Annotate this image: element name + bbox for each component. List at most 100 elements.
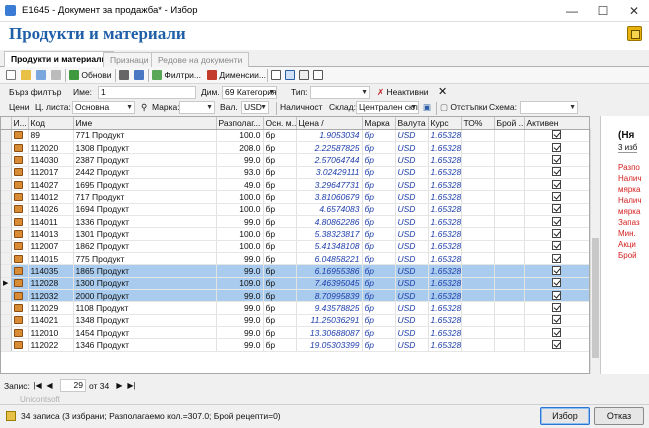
column-header-rate[interactable]: Курс [428,117,462,130]
select-button[interactable]: Избор [540,407,590,425]
cell-name[interactable]: 775 Продукт [73,252,217,266]
cell-price[interactable]: 4.80862286 [296,215,363,229]
cell-rate[interactable]: 1.65328 [428,277,462,290]
active-checkbox[interactable] [552,265,561,275]
row-indicator[interactable] [1,301,12,315]
column-header-brand[interactable]: Марка [362,117,396,130]
table-row[interactable]: 112007 1862 Продукт 100.0 бр 5.41348108 бр USD… [1,240,589,253]
column-header-to-percent[interactable]: ТО% [461,117,495,130]
cell-available[interactable]: 99.0 [216,301,264,315]
cell-available[interactable]: 109.0 [216,277,264,290]
cell-rate[interactable]: 1.65328 [428,289,462,303]
tab-products[interactable]: Продукти и материали [4,51,114,67]
cell-count[interactable] [494,289,525,303]
table-row[interactable]: 112017 2442 Продукт 93.0 бр 3.02429111 бр USD 1… [1,166,589,179]
cell-code[interactable]: 114012 [28,190,74,204]
cell-price[interactable]: 9.43578825 [296,301,363,315]
table-row[interactable]: 114021 1348 Продукт 99.0 бр 11.25036291 бр USD… [1,314,589,328]
cell-code[interactable]: 89 [28,129,74,142]
column-header-currency[interactable]: Валута [395,117,429,130]
active-checkbox[interactable] [552,253,561,263]
grid-vertical-scrollbar[interactable] [590,128,599,374]
cell-brand[interactable]: бр [362,240,396,253]
table-row[interactable]: 114015 775 Продукт 99.0 бр 6.04858221 бр USD 1.… [1,252,589,266]
cell-currency[interactable]: USD [395,252,429,266]
row-indicator[interactable] [1,252,12,266]
scrollbar-thumb[interactable] [592,238,599,358]
cell-currency[interactable]: USD [395,166,429,179]
cell-code[interactable]: 112032 [28,289,74,303]
cell-name[interactable]: 2387 Продукт [73,153,217,167]
table-row[interactable]: 112029 1108 Продукт 99.0 бр 9.43578825 бр USD 1… [1,301,589,315]
cell-count[interactable] [494,252,525,266]
row-indicator[interactable] [1,203,12,216]
cell-to-percent[interactable] [461,289,495,303]
cell-to-percent[interactable] [461,203,495,216]
dimensions-button[interactable]: Дименсии... [207,68,266,82]
cell-to-percent[interactable] [461,215,495,229]
active-checkbox[interactable] [552,315,561,325]
cell-price[interactable]: 3.29647731 [296,178,363,192]
currency-select[interactable]: USD ▼ [241,101,269,114]
cell-count[interactable] [494,338,525,352]
cell-unit[interactable]: бр [263,338,297,352]
row-indicator[interactable] [1,178,12,192]
row-indicator[interactable] [1,141,12,155]
warehouse-select[interactable]: Централен скл ▼ [356,101,419,114]
row-indicator[interactable] [1,227,12,241]
table-row[interactable]: 114027 1695 Продукт 49.0 бр 3.29647731 бр USD 1… [1,178,589,192]
cell-currency[interactable]: USD [395,227,429,241]
filters-button[interactable]: Филтри... [152,68,201,82]
cell-to-percent[interactable] [461,240,495,253]
cell-brand[interactable]: бр [362,153,396,167]
active-checkbox[interactable] [552,290,561,300]
brand-select[interactable]: ▼ [179,101,215,114]
cell-currency[interactable]: USD [395,277,429,290]
cell-brand[interactable]: бр [362,190,396,204]
cell-rate[interactable]: 1.65328 [428,166,462,179]
cell-name[interactable]: 1336 Продукт [73,215,217,229]
table-row[interactable]: 112020 1308 Продукт 208.0 бр 2.22587825 бр USD… [1,141,589,155]
cell-rate[interactable]: 1.65328 [428,240,462,253]
row-indicator[interactable] [1,314,12,328]
row-indicator[interactable] [1,166,12,179]
active-checkbox[interactable] [552,167,561,177]
table-row[interactable]: 89 771 Продукт 100.0 бр 1.9053034 бр USD 1.6532… [1,129,589,142]
column-header-active[interactable]: Активен [524,117,589,130]
cell-available[interactable]: 99.0 [216,264,264,278]
table-row[interactable]: 114035 1865 Продукт 99.0 бр 6.16955386 бр USD 1… [1,264,589,278]
cell-count[interactable] [494,178,525,192]
cell-brand[interactable]: бр [362,141,396,155]
cell-currency[interactable]: USD [395,129,429,142]
cell-active[interactable] [524,289,589,303]
cell-rate[interactable]: 1.65328 [428,326,462,340]
cell-price[interactable]: 6.04858221 [296,252,363,266]
cell-to-percent[interactable] [461,153,495,167]
cell-name[interactable]: 1308 Продукт [73,141,217,155]
table-row[interactable]: 114012 717 Продукт 100.0 бр 3.81060679 бр USD 1… [1,190,589,204]
cell-active[interactable] [524,141,589,155]
row-indicator[interactable] [1,129,12,142]
cell-brand[interactable]: бр [362,264,396,278]
cell-active[interactable] [524,277,589,290]
cell-unit[interactable]: бр [263,240,297,253]
cell-available[interactable]: 99.0 [216,215,264,229]
cell-code[interactable]: 114015 [28,252,74,266]
cell-available[interactable]: 100.0 [216,227,264,241]
cell-price[interactable]: 13.30688087 [296,326,363,340]
cell-code[interactable]: 112010 [28,326,74,340]
cell-name[interactable]: 771 Продукт [73,129,217,142]
cell-to-percent[interactable] [461,338,495,352]
cell-rate[interactable]: 1.65328 [428,190,462,204]
cell-to-percent[interactable] [461,129,495,142]
cell-active[interactable] [524,166,589,179]
discounts-toggle[interactable]: ▢ Отстъпки [440,101,487,114]
products-grid[interactable]: И... Код Име Разполаг... Осн. м... Цена … [0,116,590,374]
cell-code[interactable]: 114026 [28,203,74,216]
cell-unit[interactable]: бр [263,277,297,290]
print-icon[interactable] [119,68,129,82]
cell-unit[interactable]: бр [263,314,297,328]
cell-count[interactable] [494,264,525,278]
row-indicator[interactable] [1,240,12,253]
cell-unit[interactable]: бр [263,252,297,266]
